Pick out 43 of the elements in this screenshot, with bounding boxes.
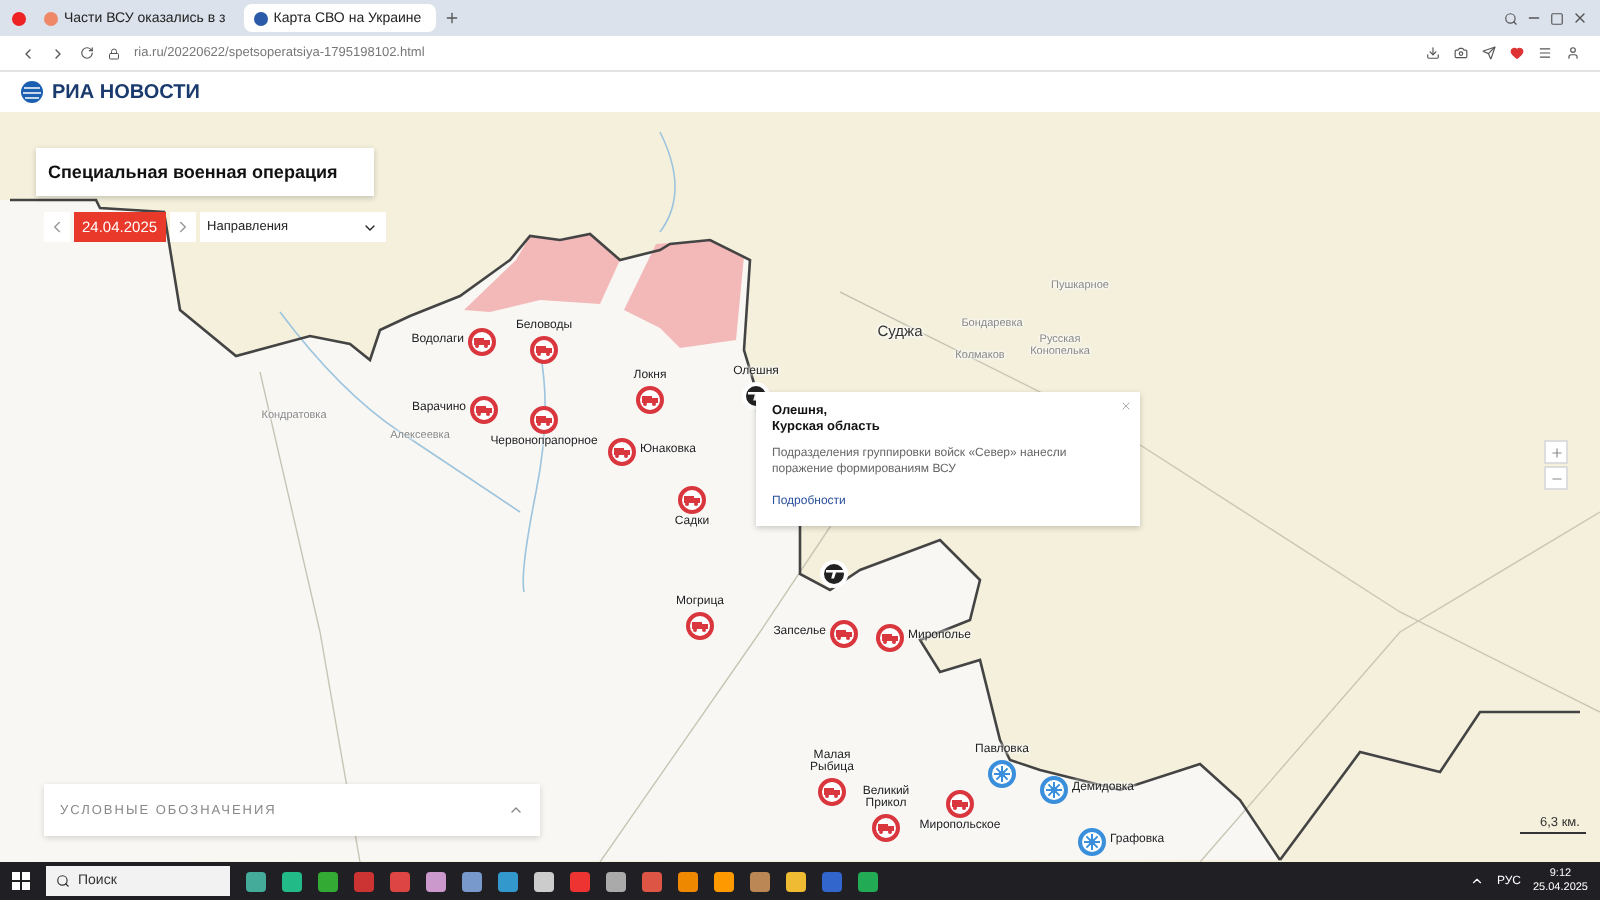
app-tile-icon[interactable] — [786, 871, 806, 891]
menu-icon[interactable] — [1538, 46, 1552, 60]
new-tab-icon[interactable] — [443, 10, 460, 26]
app-tile-icon[interactable] — [642, 871, 662, 891]
app-tile-icon[interactable] — [822, 871, 842, 891]
chevron-left-icon — [48, 218, 66, 236]
app-tile-icon[interactable] — [498, 871, 518, 891]
chevron-up-icon — [508, 802, 524, 818]
forward-icon[interactable] — [50, 45, 66, 61]
search-icon[interactable] — [1504, 11, 1518, 25]
heart-icon[interactable] — [1510, 46, 1524, 60]
map-title: Специальная военная операция — [36, 148, 374, 196]
windows-logo-icon[interactable] — [12, 872, 30, 890]
app-tile-icon[interactable] — [750, 871, 770, 891]
lock-icon — [108, 47, 120, 59]
rifle-marker-icon[interactable] — [820, 560, 848, 588]
back-icon[interactable] — [20, 45, 36, 61]
app-tile-icon[interactable] — [570, 871, 590, 891]
camera-icon[interactable] — [1454, 46, 1468, 60]
search-icon — [56, 874, 70, 888]
maximize-icon[interactable] — [1550, 11, 1564, 25]
app-tile-icon[interactable] — [282, 871, 302, 891]
globe-logo-icon — [20, 80, 44, 104]
browser-logo-icon[interactable] — [12, 11, 26, 25]
app-tile-icon[interactable] — [714, 871, 734, 891]
download-icon[interactable] — [1426, 46, 1440, 60]
close-icon[interactable] — [1572, 10, 1588, 26]
app-tile-icon[interactable] — [318, 871, 338, 891]
app-tile-icon[interactable] — [462, 871, 482, 891]
app-tile-icon[interactable] — [678, 871, 698, 891]
app-tile-icon[interactable] — [858, 871, 878, 891]
site-logo[interactable]: РИА НОВОСТИ — [52, 81, 200, 103]
plus-icon — [1549, 445, 1563, 459]
reload-icon[interactable] — [80, 46, 94, 60]
app-tile-icon[interactable] — [354, 871, 374, 891]
user-icon[interactable] — [1566, 46, 1580, 60]
app-tile-icon[interactable] — [534, 871, 554, 891]
app-tile-icon[interactable] — [390, 871, 410, 891]
send-icon[interactable] — [1482, 46, 1496, 60]
app-tile-icon[interactable] — [246, 871, 266, 891]
app-tile-icon[interactable] — [606, 871, 626, 891]
app-tile-icon[interactable] — [426, 871, 446, 891]
occupied-area — [624, 240, 744, 348]
